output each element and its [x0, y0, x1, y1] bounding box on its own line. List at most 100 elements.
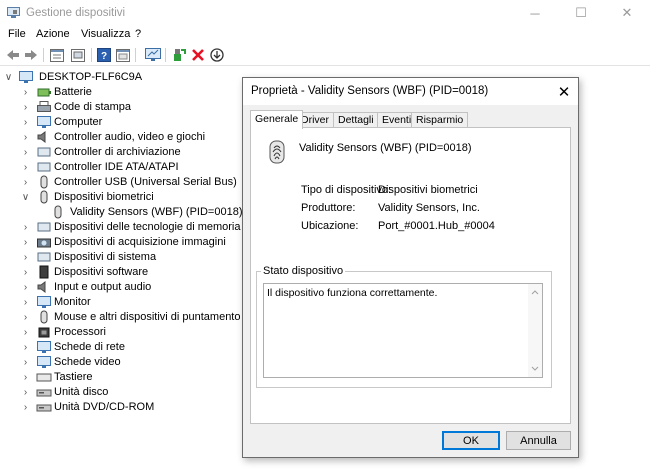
chevron-right-icon[interactable]: ›	[21, 175, 30, 190]
manufacturer-label: Produttore:	[301, 202, 356, 214]
tree-category[interactable]: › Processori	[21, 325, 261, 340]
maximize-button[interactable]: ☐	[558, 0, 604, 26]
processor-icon	[38, 327, 50, 338]
forward-arrow-icon	[25, 50, 37, 60]
chevron-down-icon[interactable]: ∨	[21, 190, 30, 205]
chevron-right-icon[interactable]: ›	[21, 160, 30, 175]
monitor-icon	[37, 296, 51, 308]
tree-category[interactable]: › Unità disco	[21, 385, 261, 400]
status-scrollbar[interactable]	[528, 284, 542, 377]
display-adapter-icon	[37, 356, 51, 368]
tree-category[interactable]: › Dispositivi di acquisizione immagini	[21, 235, 261, 250]
tree-item-label: Schede di rete	[54, 341, 125, 353]
tree-category[interactable]: › Controller di archiviazione	[21, 145, 261, 160]
memory-card-icon	[37, 222, 51, 232]
tree-category[interactable]: › Batterie	[21, 85, 261, 100]
tree-category[interactable]: › Controller USB (Universal Serial Bus)	[21, 175, 261, 190]
scan-hardware-button[interactable]	[145, 47, 161, 63]
download-circle-icon	[210, 48, 224, 62]
biometric-icon	[54, 205, 62, 219]
chevron-right-icon[interactable]: ›	[21, 220, 30, 235]
menu-file[interactable]: File	[8, 28, 26, 40]
chevron-down-icon[interactable]: ∨	[4, 70, 13, 85]
chevron-right-icon[interactable]: ›	[21, 250, 30, 265]
chevron-right-icon[interactable]: ›	[21, 145, 30, 160]
tree-category[interactable]: › Schede di rete	[21, 340, 261, 355]
chevron-right-icon[interactable]: ›	[21, 295, 30, 310]
show-hidden-button[interactable]	[115, 47, 131, 63]
menu-azione[interactable]: Azione	[36, 28, 70, 40]
menu-help[interactable]: ?	[135, 28, 141, 40]
tree-category[interactable]: › Mouse e altri dispositivi di puntamento	[21, 310, 261, 325]
tree-category[interactable]: › Input e output audio	[21, 280, 261, 295]
dialog-close-button[interactable]: ✕	[550, 78, 578, 105]
tree-item-label: Dispositivi software	[54, 266, 149, 278]
chevron-right-icon[interactable]: ›	[21, 370, 30, 385]
ok-button[interactable]: OK	[442, 431, 500, 450]
chevron-right-icon[interactable]: ›	[21, 235, 30, 250]
tree-item-label: Mouse e altri dispositivi di puntamento	[54, 311, 241, 323]
tree-item-label: Controller audio, video e giochi	[54, 131, 206, 143]
tree-item-label: Controller di archiviazione	[54, 146, 181, 158]
back-button[interactable]	[5, 47, 21, 63]
tree-category[interactable]: › Computer	[21, 115, 261, 130]
keyboard-icon	[36, 373, 52, 382]
forward-button[interactable]	[23, 47, 39, 63]
tree-category[interactable]: › Tastiere	[21, 370, 261, 385]
disable-device-button[interactable]	[209, 47, 225, 63]
tree-category[interactable]: › Dispositivi delle tecnologie di memoria	[21, 220, 261, 235]
cancel-button[interactable]: Annulla	[506, 431, 571, 450]
minimize-button[interactable]: ─	[512, 0, 558, 26]
close-window-button[interactable]: ✕	[604, 0, 650, 26]
chevron-right-icon[interactable]: ›	[21, 85, 30, 100]
toolbar-separator	[43, 48, 44, 62]
chevron-right-icon[interactable]: ›	[21, 130, 30, 145]
update-driver-button[interactable]	[70, 47, 86, 63]
maximize-icon: ☐	[575, 5, 587, 20]
chevron-right-icon[interactable]: ›	[21, 340, 30, 355]
chevron-right-icon[interactable]: ›	[21, 400, 30, 415]
window-title: Gestione dispositivi	[26, 7, 126, 19]
monitor-scan-icon	[145, 48, 161, 61]
tree-item-label: Unità DVD/CD-ROM	[54, 401, 155, 413]
chevron-right-icon[interactable]: ›	[21, 385, 30, 400]
tree-category[interactable]: › Unità DVD/CD-ROM	[21, 400, 261, 415]
tree-category[interactable]: › Monitor	[21, 295, 261, 310]
tree-category[interactable]: › Dispositivi di sistema	[21, 250, 261, 265]
tree-category[interactable]: › Code di stampa	[21, 100, 261, 115]
dialog-title: Proprietà - Validity Sensors (WBF) (PID=…	[251, 85, 489, 97]
tree-category[interactable]: › Controller IDE ATA/ATAPI	[21, 160, 261, 175]
properties-dialog: Proprietà - Validity Sensors (WBF) (PID=…	[242, 77, 579, 458]
tree-item-label: Input e output audio	[54, 281, 152, 293]
tree-category[interactable]: ∨ Dispositivi biometrici	[21, 190, 261, 205]
chevron-right-icon[interactable]: ›	[21, 100, 30, 115]
help-button[interactable]: ?	[96, 47, 112, 63]
add-driver-button[interactable]	[172, 47, 188, 63]
chevron-right-icon[interactable]: ›	[21, 280, 30, 295]
tree-category[interactable]: › Dispositivi software	[21, 265, 261, 280]
menu-visualizza[interactable]: Visualizza	[81, 28, 130, 40]
remove-x-icon	[192, 49, 204, 61]
network-adapter-icon	[37, 341, 51, 353]
storage-controller-icon	[37, 147, 51, 157]
toolbar-separator	[165, 48, 166, 62]
biometric-icon	[40, 190, 48, 204]
tab-risparmio-energia[interactable]: Risparmio energia	[411, 112, 469, 141]
add-driver-icon	[174, 49, 186, 61]
properties-window-icon	[50, 48, 64, 62]
location-value: Port_#0001.Hub_#0004	[378, 220, 495, 232]
tree-category[interactable]: › Controller audio, video e giochi	[21, 130, 261, 145]
chevron-right-icon[interactable]: ›	[21, 310, 30, 325]
tree-root[interactable]: ∨ DESKTOP-FLF6C9A	[4, 70, 244, 85]
chevron-right-icon[interactable]: ›	[21, 265, 30, 280]
tree-category[interactable]: › Schede video	[21, 355, 261, 370]
device-status-textbox[interactable]: Il dispositivo funziona correttamente.	[263, 283, 543, 378]
properties-button[interactable]	[49, 47, 65, 63]
chevron-right-icon[interactable]: ›	[21, 325, 30, 340]
tab-generale[interactable]: Generale	[250, 110, 304, 129]
chevron-right-icon[interactable]: ›	[21, 355, 30, 370]
uninstall-button[interactable]	[190, 47, 206, 63]
tree-item-label: Controller IDE ATA/ATAPI	[54, 161, 179, 173]
tab-dettagli[interactable]: Dettagli	[333, 112, 379, 128]
chevron-right-icon[interactable]: ›	[21, 115, 30, 130]
